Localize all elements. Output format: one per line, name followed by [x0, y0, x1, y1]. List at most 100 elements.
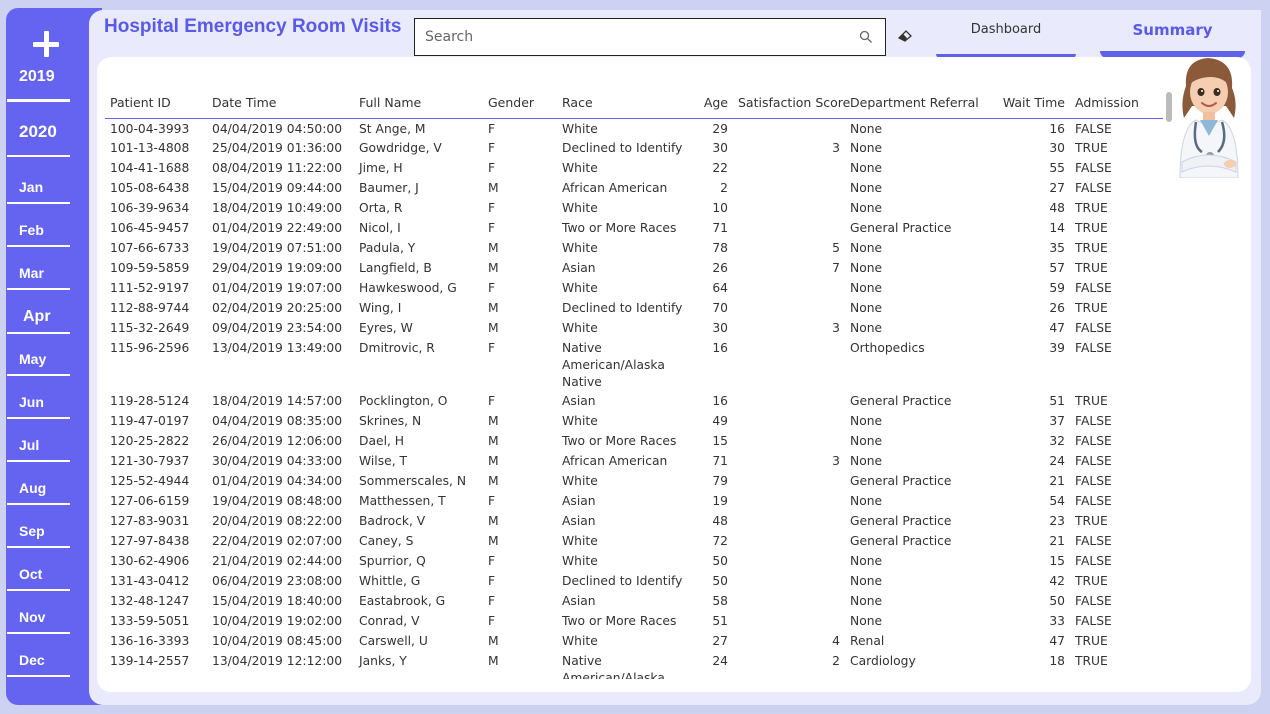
table-cell: 47	[1049, 321, 1065, 335]
tab-summary[interactable]: Summary	[1100, 20, 1245, 58]
table-row[interactable]: 130-62-4906 21/04/2019 02:44:00 Spurrior, …	[105, 551, 1163, 571]
sidebar-item-nov[interactable]: Nov	[7, 608, 70, 634]
table-cell	[733, 338, 845, 391]
table-row[interactable]: 120-25-2822 26/04/2019 12:06:00 Dael, H M Tw…	[105, 431, 1163, 451]
table-cell: FALSE	[1075, 341, 1112, 355]
sidebar-item-jun[interactable]: Jun	[7, 393, 70, 419]
sidebar-item-2020[interactable]: 2020	[7, 123, 70, 157]
table-cell: FALSE	[1075, 121, 1112, 136]
table-row[interactable]: 139-14-2557 13/04/2019 12:12:00 Janks, Y M N…	[105, 651, 1163, 679]
sidebar-item-underline	[7, 332, 70, 334]
table-row[interactable]: 115-96-2596 13/04/2019 13:49:00 Dmitrovic,…	[105, 338, 1163, 391]
table-row[interactable]: 136-16-3393 10/04/2019 08:45:00 Carswell, …	[105, 631, 1163, 651]
table-cell	[733, 491, 845, 511]
table-cell: 125-52-4944	[110, 474, 190, 488]
sidebar-item-aug[interactable]: Aug	[7, 479, 70, 505]
table-cell: 130-62-4906	[110, 554, 190, 568]
sidebar-item-mar[interactable]: Mar	[7, 264, 70, 290]
table-row[interactable]: 119-47-0197 04/04/2019 08:35:00 Skrines, N…	[105, 411, 1163, 431]
table-row[interactable]: 115-32-2649 09/04/2019 23:54:00 Eyres, W M W…	[105, 318, 1163, 338]
table-row[interactable]: 100-04-3993 04/04/2019 04:50:00 St Ange, M…	[105, 118, 1163, 138]
table-row[interactable]: 121-30-7937 30/04/2019 04:33:00 Wilse, T M A…	[105, 451, 1163, 471]
table-cell: None	[850, 614, 883, 628]
table-cell: None	[850, 261, 883, 275]
table-cell: M	[488, 434, 499, 448]
table-cell: None	[850, 454, 883, 468]
plus-icon[interactable]	[28, 26, 64, 62]
search-icon[interactable]	[859, 30, 873, 44]
table-cell: 13/04/2019 13:49:00	[212, 341, 343, 355]
table-scroll-area[interactable]: Patient ID Date Time Full Name Gender Race Ag…	[105, 87, 1163, 679]
table-cell: 15	[712, 434, 728, 448]
sidebar-item-dec[interactable]: Dec	[7, 651, 70, 677]
table-row[interactable]: 109-59-5859 29/04/2019 19:09:00 Langfield,…	[105, 258, 1163, 278]
table-cell	[733, 178, 845, 198]
table-cell: 29	[712, 121, 728, 136]
table-row[interactable]: 101-13-4808 25/04/2019 01:36:00 Gowdridge,…	[105, 138, 1163, 158]
table-row[interactable]: 105-08-6438 15/04/2019 09:44:00 Baumer, J M…	[105, 178, 1163, 198]
table-row[interactable]: 132-48-1247 15/04/2019 18:40:00 Eastabrook…	[105, 591, 1163, 611]
table-cell: 120-25-2822	[110, 434, 190, 448]
sidebar-item-feb[interactable]: Feb	[7, 221, 70, 247]
sidebar-item-jan[interactable]: Jan	[7, 178, 70, 204]
table-row[interactable]: 133-59-5051 10/04/2019 19:02:00 Conrad, V F…	[105, 611, 1163, 631]
column-header[interactable]: Wait Time	[992, 87, 1070, 119]
table-row[interactable]: 131-43-0412 06/04/2019 23:08:00 Whittle, G…	[105, 571, 1163, 591]
table-row[interactable]: 127-97-8438 22/04/2019 02:07:00 Caney, S M W…	[105, 531, 1163, 551]
sidebar-item-2019[interactable]: 2019	[7, 68, 70, 102]
sidebar-item-apr[interactable]: Apr	[7, 308, 70, 334]
table-cell: 16	[712, 394, 728, 408]
table-cell: 15/04/2019 18:40:00	[212, 594, 343, 608]
table-row[interactable]: 106-45-9457 01/04/2019 22:49:00 Nicol, I F T…	[105, 218, 1163, 238]
column-header[interactable]: Satisfaction Score	[733, 87, 850, 119]
sidebar-item-oct[interactable]: Oct	[7, 565, 70, 591]
column-header[interactable]: Admission	[1070, 87, 1163, 119]
table-cell: 30	[712, 141, 728, 155]
column-header[interactable]: Full Name	[354, 87, 483, 119]
column-header[interactable]: Department Referral	[845, 87, 992, 119]
tab-dashboard[interactable]: Dashboard	[936, 20, 1076, 58]
table-cell: 37	[1049, 414, 1065, 428]
search-box[interactable]	[414, 18, 886, 56]
column-header[interactable]: Race	[557, 87, 692, 119]
table-cell: White	[562, 201, 598, 215]
sidebar-item-jul[interactable]: Jul	[7, 436, 70, 462]
table-row[interactable]: 104-41-1688 08/04/2019 11:22:00 Jime, H F Wh…	[105, 158, 1163, 178]
table-cell: 04/04/2019 04:50:00	[212, 121, 343, 136]
table-row[interactable]: 112-88-9744 02/04/2019 20:25:00 Wing, I M De…	[105, 298, 1163, 318]
table-row[interactable]: 125-52-4944 01/04/2019 04:34:00 Sommerscal…	[105, 471, 1163, 491]
sidebar-item-may[interactable]: May	[7, 350, 70, 376]
table-cell: TRUE	[1075, 201, 1108, 215]
table-row[interactable]: 111-52-9197 01/04/2019 19:07:00 Hawkeswood…	[105, 278, 1163, 298]
sidebar-item-sep[interactable]: Sep	[7, 522, 70, 548]
table-cell: White	[562, 534, 598, 548]
sidebar-item-label: Feb	[19, 222, 44, 238]
column-header[interactable]: Gender	[483, 87, 557, 119]
table-row[interactable]: 119-28-5124 18/04/2019 14:57:00 Pocklingto…	[105, 391, 1163, 411]
table-cell: 50	[1049, 594, 1065, 608]
table-cell: Matthessen, T	[359, 494, 446, 508]
table-row[interactable]: 127-83-9031 20/04/2019 08:22:00 Badrock, V…	[105, 511, 1163, 531]
table-card: Patient ID Date Time Full Name Gender Race Ag…	[97, 57, 1251, 692]
table-cell: 51	[1049, 394, 1065, 408]
eraser-icon[interactable]	[896, 26, 914, 44]
search-input[interactable]	[415, 19, 855, 55]
table-cell: F	[488, 281, 496, 295]
table-row[interactable]: 127-06-6159 19/04/2019 08:48:00 Matthessen…	[105, 491, 1163, 511]
table-cell: 78	[712, 241, 728, 255]
table-cell: 32	[1049, 434, 1065, 448]
table-cell: Whittle, G	[359, 574, 421, 588]
table-cell: 14	[1049, 221, 1065, 235]
column-header[interactable]: Age	[692, 87, 733, 119]
table-cell: FALSE	[1075, 594, 1112, 608]
table-cell: 7	[832, 261, 840, 275]
sidebar-item-label: Dec	[19, 652, 45, 668]
sidebar-item-underline	[7, 632, 70, 634]
table-row[interactable]: 106-39-9634 18/04/2019 10:49:00 Orta, R F Wh…	[105, 198, 1163, 218]
table-cell: None	[850, 414, 883, 428]
column-header[interactable]: Patient ID	[105, 87, 207, 119]
column-header[interactable]: Date Time	[207, 87, 354, 119]
table-cell: Asian	[562, 594, 596, 608]
table-cell: Asian	[562, 261, 596, 275]
table-row[interactable]: 107-66-6733 19/04/2019 07:51:00 Padula, Y M…	[105, 238, 1163, 258]
